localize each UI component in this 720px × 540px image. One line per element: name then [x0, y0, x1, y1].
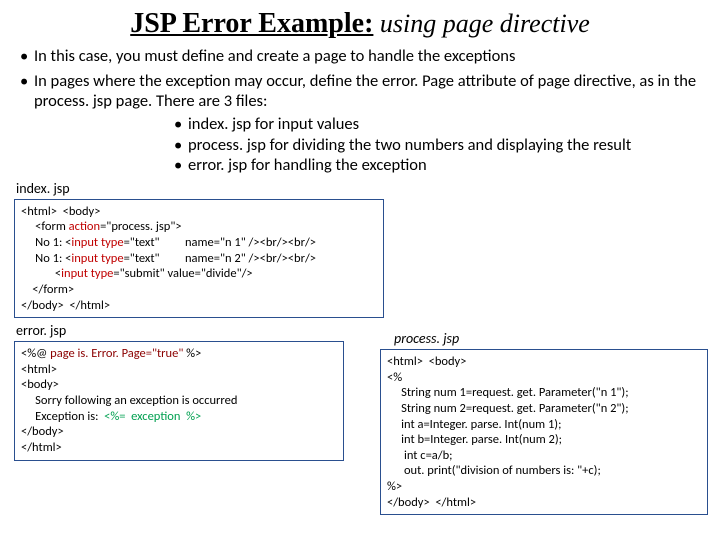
sub-bullet-list: index. jsp for input values process. jsp… [174, 114, 706, 176]
bullet-list: In this case, you must define and create… [20, 46, 706, 176]
label-process: process. jsp [394, 330, 708, 347]
sub-bullet-3: error. jsp for handling the exception [174, 155, 706, 176]
code-process: <html> <body> <% String num 1=request. g… [380, 349, 708, 515]
right-column: process. jsp <html> <body> <% String num… [380, 330, 708, 515]
title-main: JSP Error Example: [130, 8, 373, 39]
code-error: <%@ page is. Error. Page="true" %> <html… [14, 341, 344, 460]
sub-bullet-1: index. jsp for input values [174, 114, 706, 135]
sub-bullet-2: process. jsp for dividing the two number… [174, 135, 706, 156]
slide-title: JSP Error Example: using page directive [14, 8, 706, 40]
title-sub: using page directive [373, 9, 589, 38]
bullet-1: In this case, you must define and create… [20, 46, 706, 67]
bullet-2: In pages where the exception may occur, … [20, 71, 706, 176]
code-index: <html> <body> <form action="process. jsp… [14, 199, 384, 318]
label-index: index. jsp [16, 180, 706, 197]
